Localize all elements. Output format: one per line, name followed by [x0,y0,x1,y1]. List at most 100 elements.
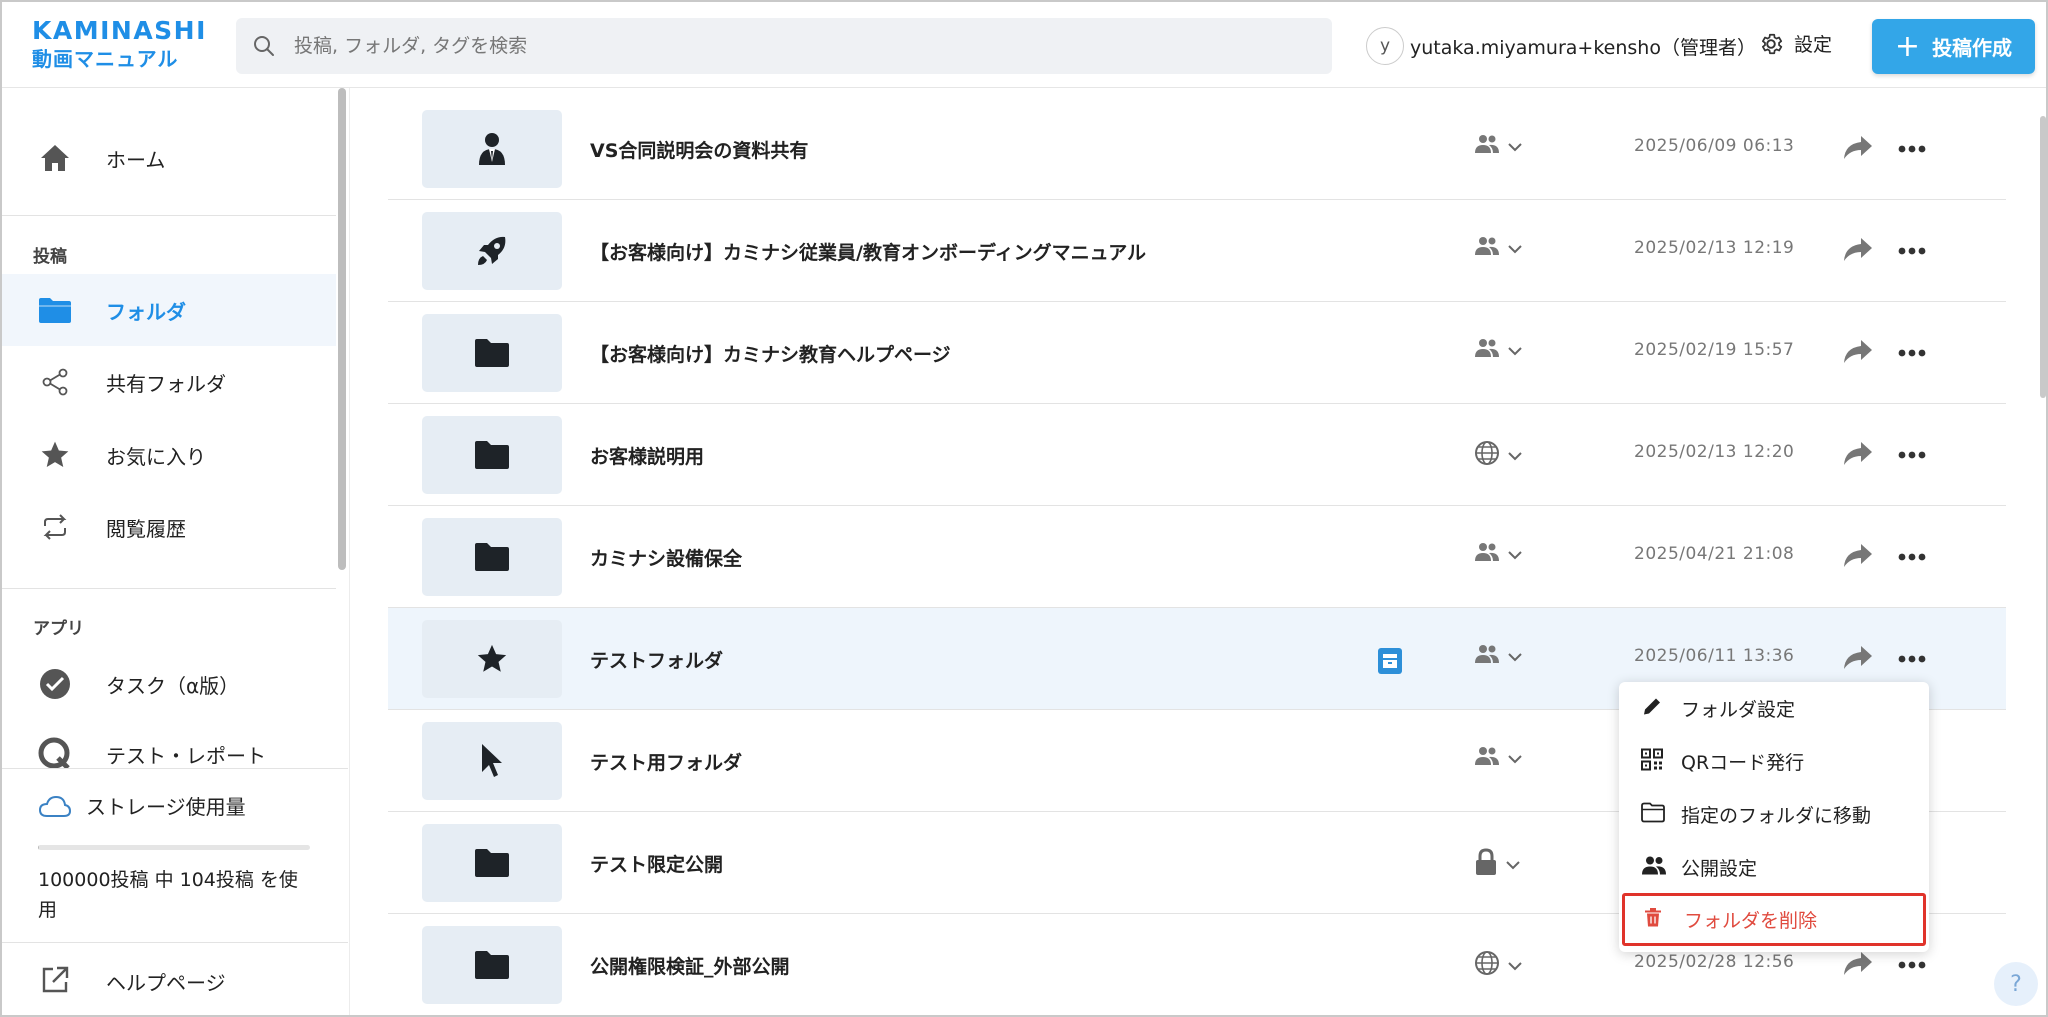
sidebar: ホーム 投稿 フォルダ 共有フォルダ お気に入り 閲覧履歴 アプリ タスク（α版… [2,88,350,1015]
menu-item-label: 公開設定 [1681,858,1758,880]
folder-name[interactable]: 【お客様向け】カミナシ教育ヘルプページ [590,302,951,404]
more-options-icon[interactable] [1892,950,1932,980]
sidebar-scrollbar[interactable] [335,88,349,1015]
person-icon[interactable] [422,110,562,188]
star-icon [38,438,72,472]
table-row[interactable]: 【お客様向け】カミナシ教育ヘルプページ 2025/02/19 15:57 [388,302,2006,404]
table-row[interactable]: お客様説明用 2025/02/13 12:20 [388,404,2006,506]
menu-item-folder-settings[interactable]: フォルダ設定 [1619,682,1929,735]
folder-name[interactable]: テスト用フォルダ [590,710,742,812]
sidebar-item-label: テスト・レポート [106,743,266,768]
folder-name[interactable]: カミナシ設備保全 [590,506,742,608]
folder-name[interactable]: 公開権限検証_外部公開 [590,914,790,1015]
share-icon[interactable] [1843,644,1873,674]
sidebar-item-label: お気に入り [106,444,206,469]
settings-button[interactable]: 設定 [1758,30,1832,57]
updated-date: 2025/06/11 13:36 [1634,646,1795,666]
table-row[interactable]: カミナシ設備保全 2025/04/21 21:08 [388,506,2006,608]
globe-icon [1474,440,1500,470]
group-icon [1474,542,1500,566]
more-options-icon[interactable] [1892,644,1932,674]
folder-icon[interactable] [422,416,562,494]
logo[interactable]: KAMINASHI 動画マニュアル [32,18,207,69]
folder-name[interactable]: VS合同説明会の資料共有 [590,98,808,200]
folder-name[interactable]: お客様説明用 [590,404,704,506]
lock-icon [1474,848,1498,880]
updated-date: 2025/04/21 21:08 [1634,544,1795,564]
folder-name[interactable]: テストフォルダ [590,608,723,710]
folder-icon[interactable] [422,314,562,392]
more-options-icon[interactable] [1892,338,1932,368]
divider [2,942,348,943]
create-post-button[interactable]: + 投稿作成 [1872,19,2035,74]
star-icon[interactable] [422,620,562,698]
visibility-dropdown[interactable] [1474,236,1522,260]
group-icon [1474,338,1500,362]
folder-name[interactable]: 【お客様向け】カミナシ従業員/教育オンボーディングマニュアル [590,200,1146,302]
help-page-link[interactable]: ヘルプページ [2,951,336,1011]
folder-icon[interactable] [422,824,562,902]
context-menu: フォルダ設定 QRコード発行 指定のフォルダに移動 公開設定 フォルダを削除 [1619,682,1929,952]
sidebar-item-shared-folder[interactable]: 共有フォルダ [2,346,336,418]
menu-item-delete-folder[interactable]: フォルダを削除 [1622,893,1926,946]
sidebar-item-history[interactable]: 閲覧履歴 [2,491,336,563]
folder-icon[interactable] [422,926,562,1004]
sidebar-item-favorites[interactable]: お気に入り [2,419,336,491]
sidebar-item-label: ホーム [106,147,166,172]
share-icon[interactable] [1843,542,1873,572]
updated-date: 2025/02/28 12:56 [1634,952,1795,972]
archive-icon [1378,648,1402,674]
cursor-icon[interactable] [422,722,562,800]
share-nodes-icon [38,365,72,399]
logo-text: KAMINASHI [32,16,207,45]
logo-subtitle: 動画マニュアル [32,47,179,71]
avatar: y [1366,27,1404,65]
table-row[interactable]: VS合同説明会の資料共有 2025/06/09 06:13 [388,98,2006,200]
share-icon[interactable] [1843,440,1873,470]
storage-title: ストレージ使用量 [38,791,246,820]
share-icon[interactable] [1843,134,1873,164]
sidebar-item-home[interactable]: ホーム [2,122,336,194]
group-icon [1474,236,1500,260]
sidebar-item-tasks[interactable]: タスク（α版） [2,648,336,720]
repeat-icon [38,510,72,544]
folder-outline-icon [1641,802,1665,827]
help-button[interactable]: ? [1994,962,2038,1006]
folder-icon [38,293,72,327]
visibility-dropdown[interactable] [1474,440,1522,470]
main-scrollbar[interactable] [2040,116,2046,398]
group-icon [1474,134,1500,158]
pencil-icon [1641,695,1663,722]
menu-item-move-folder[interactable]: 指定のフォルダに移動 [1619,788,1929,841]
visibility-dropdown[interactable] [1474,134,1522,158]
sidebar-item-folder[interactable]: フォルダ [2,274,336,346]
section-heading-posts: 投稿 [33,247,67,267]
visibility-dropdown[interactable] [1474,950,1522,980]
user-menu[interactable]: y yutaka.miyamura+kensho（管理者） [1366,26,1756,66]
table-row[interactable]: 【お客様向け】カミナシ従業員/教育オンボーディングマニュアル 2025/02/13… [388,200,2006,302]
chevron-down-icon [1508,749,1522,768]
visibility-dropdown[interactable] [1474,644,1522,668]
visibility-dropdown[interactable] [1474,338,1522,362]
more-options-icon[interactable] [1892,134,1932,164]
menu-item-qr-code[interactable]: QRコード発行 [1619,735,1929,788]
chevron-down-icon [1508,239,1522,258]
more-options-icon[interactable] [1892,236,1932,266]
more-options-icon[interactable] [1892,542,1932,572]
visibility-dropdown[interactable] [1474,746,1522,770]
visibility-dropdown[interactable] [1474,848,1520,880]
menu-item-visibility-settings[interactable]: 公開設定 [1619,841,1929,894]
share-icon[interactable] [1843,236,1873,266]
share-icon[interactable] [1843,950,1873,980]
more-options-icon[interactable] [1892,440,1932,470]
visibility-dropdown[interactable] [1474,542,1522,566]
share-icon[interactable] [1843,338,1873,368]
scrollbar-thumb[interactable] [338,88,346,570]
rocket-icon[interactable] [422,212,562,290]
folder-name[interactable]: テスト限定公開 [590,812,723,914]
chevron-down-icon [1508,545,1522,564]
search-box [236,18,1332,74]
folder-icon[interactable] [422,518,562,596]
search-input[interactable] [294,18,1314,74]
menu-item-label: フォルダ設定 [1681,699,1796,721]
